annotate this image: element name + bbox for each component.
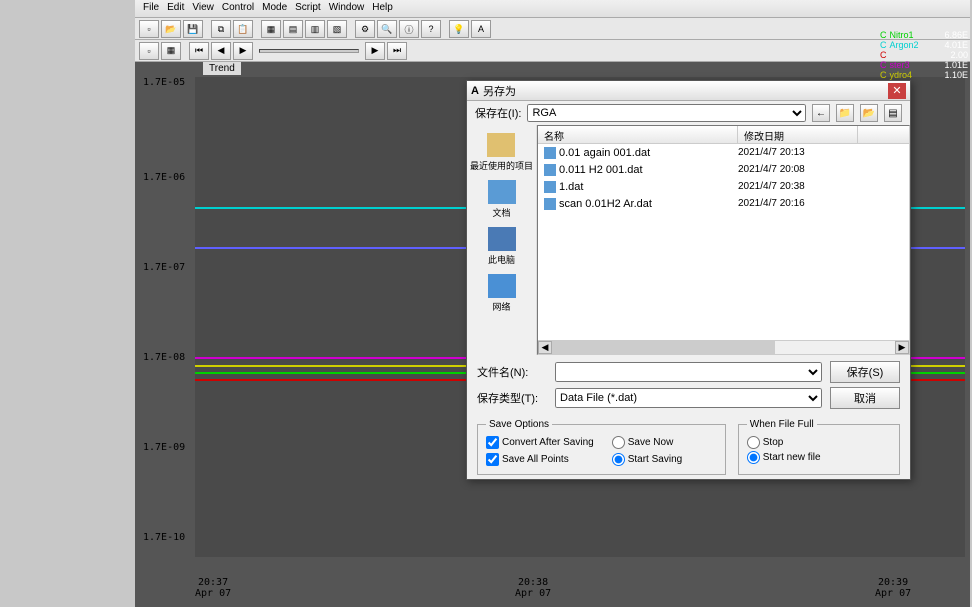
menu-bar: File Edit View Control Mode Script Windo… — [135, 0, 970, 18]
file-list-header: 名称 修改日期 — [538, 126, 909, 144]
save-as-dialog: A 另存为 ✕ 保存在(I): RGA ← 📁 📂 ▤ 最近使用的项目文档此电脑… — [466, 80, 911, 480]
file-icon — [544, 181, 556, 193]
tool-zoom-icon[interactable]: 🔍 — [377, 20, 397, 38]
y-axis-label: 1.7E-08 — [143, 352, 185, 363]
filetype-dropdown[interactable]: Data File (*.dat) — [555, 388, 822, 408]
tool-chart2-icon[interactable]: ▤ — [283, 20, 303, 38]
y-axis-label: 1.7E-07 — [143, 262, 185, 273]
scroll-thumb[interactable] — [552, 341, 775, 354]
file-icon — [544, 147, 556, 159]
legend-item[interactable]: C2.00 — [880, 50, 968, 60]
menu-window[interactable]: Window — [329, 2, 365, 15]
save-button[interactable]: 保存(S) — [830, 361, 900, 383]
nav-newfolder-icon[interactable]: 📂 — [860, 104, 878, 122]
horizontal-scrollbar[interactable]: ◀ ▶ — [538, 340, 909, 354]
toolbar-main: ▫ 📂 💾 ⧉ 📋 ▦ ▤ ▥ ▧ ⚙ 🔍 ⓘ ? 💡 A — [135, 18, 970, 40]
legend-item[interactable]: CArgon24.01E — [880, 40, 968, 50]
file-row[interactable]: 0.01 again 001.dat2021/4/7 20:13 — [538, 144, 909, 161]
dialog-nav-bar: 保存在(I): RGA ← 📁 📂 ▤ — [467, 101, 910, 125]
col-date[interactable]: 修改日期 — [738, 126, 858, 143]
app-icon: A — [471, 85, 479, 97]
filename-input[interactable] — [555, 362, 822, 382]
scroll-right-icon[interactable]: ▶ — [895, 341, 909, 354]
tool-settings-icon[interactable]: ⚙ — [355, 20, 375, 38]
file-row[interactable]: 1.dat2021/4/7 20:38 — [538, 178, 909, 195]
save-options-legend: Save Options — [486, 419, 552, 430]
nav-view-icon[interactable]: ▤ — [884, 104, 902, 122]
file-row[interactable]: 0.011 H2 001.dat2021/4/7 20:08 — [538, 161, 909, 178]
y-axis-label: 1.7E-09 — [143, 442, 185, 453]
tool-new-icon[interactable]: ▫ — [139, 20, 159, 38]
y-axis-label: 1.7E-10 — [143, 532, 185, 543]
tool-copy-icon[interactable]: ⧉ — [211, 20, 231, 38]
tool-paste-icon[interactable]: 📋 — [233, 20, 253, 38]
legend-item[interactable]: CNitro16.86E — [880, 30, 968, 40]
menu-script[interactable]: Script — [295, 2, 321, 15]
nav-back-icon[interactable]: ← — [812, 104, 830, 122]
scroll-left-icon[interactable]: ◀ — [538, 341, 552, 354]
menu-view[interactable]: View — [192, 2, 214, 15]
nav-up-icon[interactable]: 📁 — [836, 104, 854, 122]
legend-panel: CNitro16.86ECArgon24.01EC2.00Cster31.01E… — [880, 30, 968, 80]
tool-chart4-icon[interactable]: ▧ — [327, 20, 347, 38]
tool-save-icon[interactable]: 💾 — [183, 20, 203, 38]
y-axis-label: 1.7E-06 — [143, 172, 185, 183]
menu-edit[interactable]: Edit — [167, 2, 184, 15]
tool-a-icon[interactable]: A — [471, 20, 491, 38]
tool-doc-icon[interactable]: ▫ — [139, 42, 159, 60]
places-sidebar: 最近使用的项目文档此电脑网络 — [467, 125, 537, 355]
menu-help[interactable]: Help — [372, 2, 393, 15]
y-axis-label: 1.7E-05 — [143, 77, 185, 88]
file-row[interactable]: scan 0.01H2 Ar.dat2021/4/7 20:16 — [538, 195, 909, 212]
tool-open-icon[interactable]: 📂 — [161, 20, 181, 38]
legend-item[interactable]: Cydro41.10E — [880, 70, 968, 80]
stop-radio[interactable]: Stop — [747, 436, 891, 449]
filename-label: 文件名(N): — [477, 364, 547, 380]
dialog-titlebar[interactable]: A 另存为 ✕ — [467, 81, 910, 101]
playback-slider[interactable] — [259, 49, 359, 53]
save-in-label: 保存在(I): — [475, 105, 521, 121]
play-next-icon[interactable]: ▶ — [233, 42, 253, 60]
play-prev-icon[interactable]: ◀ — [211, 42, 231, 60]
col-name[interactable]: 名称 — [538, 126, 738, 143]
dialog-title-text: 另存为 — [483, 83, 516, 99]
start-saving-radio[interactable]: Start Saving — [612, 453, 682, 466]
save-all-checkbox[interactable]: Save All Points — [486, 453, 594, 466]
filetype-label: 保存类型(T): — [477, 390, 547, 406]
toolbar-playback: ▫ ▦ ⏮ ◀ ▶ ▶ ⏭ — [135, 40, 970, 62]
legend-item[interactable]: Cster31.01E — [880, 60, 968, 70]
place-item[interactable]: 文档 — [488, 180, 516, 219]
x-axis-label: 20:37Apr 07 — [195, 577, 231, 599]
cancel-button[interactable]: 取消 — [830, 387, 900, 409]
chart-title: Trend — [203, 62, 241, 75]
play-fwd-icon[interactable]: ▶ — [365, 42, 385, 60]
file-icon — [544, 164, 556, 176]
tool-bulb-icon[interactable]: 💡 — [449, 20, 469, 38]
save-now-radio[interactable]: Save Now — [612, 436, 682, 449]
folder-dropdown[interactable]: RGA — [527, 104, 806, 122]
file-icon — [544, 198, 556, 210]
tool-help-icon[interactable]: ? — [421, 20, 441, 38]
menu-mode[interactable]: Mode — [262, 2, 287, 15]
play-first-icon[interactable]: ⏮ — [189, 42, 209, 60]
save-options-group: Save Options Convert After Saving Save A… — [477, 419, 726, 475]
close-icon[interactable]: ✕ — [888, 83, 906, 99]
menu-control[interactable]: Control — [222, 2, 254, 15]
place-item[interactable]: 网络 — [488, 274, 516, 313]
start-new-radio[interactable]: Start new file — [747, 451, 891, 464]
tool-grid-icon[interactable]: ▦ — [161, 42, 181, 60]
x-axis-label: 20:39Apr 07 — [875, 577, 911, 599]
tool-info-icon[interactable]: ⓘ — [399, 20, 419, 38]
file-list[interactable]: 名称 修改日期 0.01 again 001.dat2021/4/7 20:13… — [537, 125, 910, 355]
tool-chart1-icon[interactable]: ▦ — [261, 20, 281, 38]
x-axis-label: 20:38Apr 07 — [515, 577, 551, 599]
play-last-icon[interactable]: ⏭ — [387, 42, 407, 60]
when-full-group: When File Full Stop Start new file — [738, 419, 900, 475]
place-item[interactable]: 最近使用的项目 — [470, 133, 533, 172]
menu-file[interactable]: File — [143, 2, 159, 15]
tool-chart3-icon[interactable]: ▥ — [305, 20, 325, 38]
convert-checkbox[interactable]: Convert After Saving — [486, 436, 594, 449]
when-full-legend: When File Full — [747, 419, 817, 430]
place-item[interactable]: 此电脑 — [488, 227, 516, 266]
